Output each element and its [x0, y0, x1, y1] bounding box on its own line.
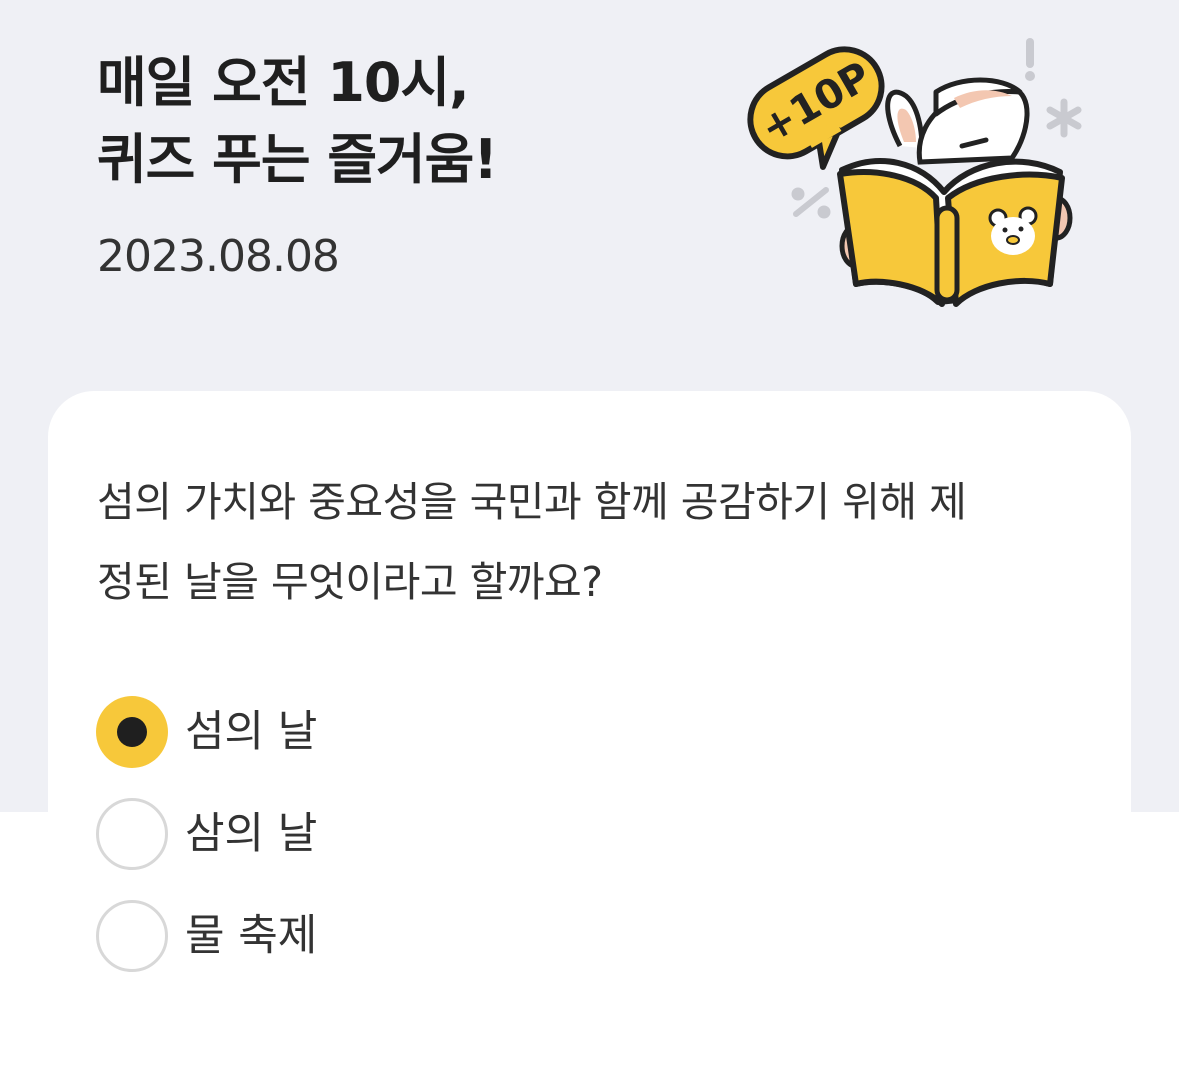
quiz-date: 2023.08.08	[97, 231, 340, 282]
answer-option[interactable]: 삼의 날	[96, 798, 317, 870]
page-title: 매일 오전 10시, 퀴즈 푸는 즐거움!	[97, 44, 498, 198]
rabbit-character	[885, 77, 1030, 165]
quiz-question-line-2: 정된 날을 무엇이라고 할까요?	[97, 558, 603, 606]
answer-option-label: 물 축제	[185, 911, 318, 961]
quiz-question: 섬의 가치와 중요성을 국민과 함께 공감하기 위해 제 정된 날을 무엇이라고…	[97, 462, 1097, 622]
rabbit-reading-book-icon: +10P	[747, 38, 1082, 307]
answer-option-label: 섬의 날	[185, 707, 318, 757]
radio-button[interactable]	[96, 900, 168, 972]
exclamation-icon	[1025, 38, 1035, 81]
page-title-line-2: 퀴즈 푸는 즐거움!	[97, 128, 498, 191]
quiz-question-line-1: 섬의 가치와 중요성을 국민과 함께 공감하기 위해 제	[97, 478, 967, 526]
percent-icon	[791, 187, 831, 219]
radio-button-selected[interactable]	[96, 696, 168, 768]
answer-options: 섬의 날 삼의 날 물 축제	[96, 696, 317, 1002]
page-title-line-1: 매일 오전 10시,	[97, 51, 470, 114]
answer-option[interactable]: 섬의 날	[96, 696, 317, 768]
answer-option[interactable]: 물 축제	[96, 900, 317, 972]
asterisk-icon	[1046, 98, 1082, 138]
open-book	[837, 158, 1065, 307]
radio-button[interactable]	[96, 798, 168, 870]
answer-option-label: 삼의 날	[185, 809, 318, 859]
